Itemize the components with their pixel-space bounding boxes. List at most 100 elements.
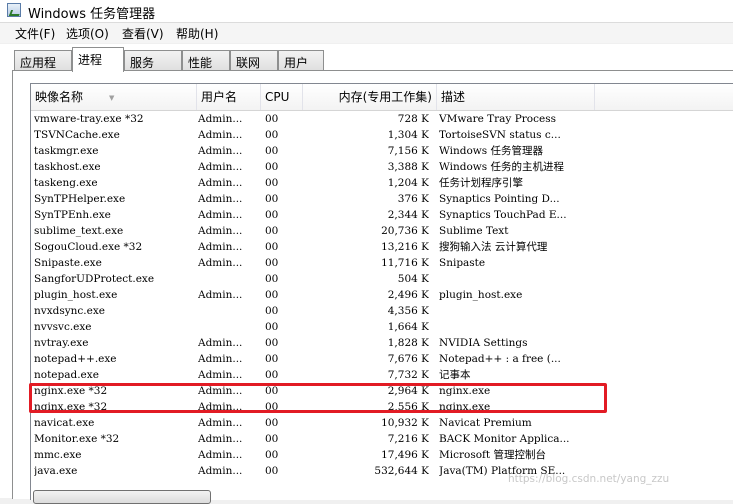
process-cpu: 00 (265, 225, 279, 237)
process-cpu: 00 (265, 321, 279, 333)
process-cpu: 00 (265, 177, 279, 189)
process-name: SynTPEnh.exe (34, 209, 111, 221)
process-row[interactable]: navicat.exe Admin... 00 10,932 K Navicat Pre… (31, 415, 733, 431)
process-desc: Windows 任务管理器 (439, 145, 543, 157)
process-name: SynTPHelper.exe (34, 193, 126, 205)
process-name: taskhost.exe (34, 161, 101, 173)
process-cpu: 00 (265, 273, 279, 285)
process-name: nvvsvc.exe (34, 321, 92, 333)
process-row[interactable]: taskeng.exe Admin... 00 1,204 K 任务计划程序引擎 (31, 175, 733, 191)
process-cpu: 00 (265, 417, 279, 429)
process-cpu: 00 (265, 353, 279, 365)
process-row[interactable]: taskmgr.exe Admin... 00 7,156 K Windows 任务管理… (31, 143, 733, 159)
process-cpu: 00 (265, 209, 279, 221)
column-user-name[interactable]: 用户名 (197, 84, 261, 110)
process-row[interactable]: nvxdsync.exe 00 4,356 K (31, 303, 733, 319)
process-user: Admin... (198, 417, 243, 429)
process-row[interactable]: SangforUDProtect.exe 00 504 K (31, 271, 733, 287)
tab-performance[interactable]: 性能 (182, 50, 230, 70)
process-row[interactable]: plugin_host.exe Admin... 00 2,496 K plugin_h… (31, 287, 733, 303)
process-cpu: 00 (265, 449, 279, 461)
process-row[interactable]: mmc.exe Admin... 00 17,496 K Microsoft 管理控制台 (31, 447, 733, 463)
show-all-processes-button[interactable] (33, 490, 211, 504)
process-mem: 7,156 K (387, 145, 429, 157)
process-cpu: 00 (265, 145, 279, 157)
process-user: Admin... (198, 161, 243, 173)
process-user: Admin... (198, 257, 243, 269)
menu-bar: 文件(F) 选项(O) 查看(V) 帮助(H) (0, 23, 733, 43)
process-name: sublime_text.exe (34, 225, 124, 237)
process-user: Admin... (198, 225, 243, 237)
process-name: mmc.exe (34, 449, 82, 461)
column-description[interactable]: 描述 (437, 84, 595, 110)
tab-processes[interactable]: 进程 (72, 47, 124, 72)
process-cpu: 00 (265, 241, 279, 253)
column-image-name-label: 映像名称 (35, 90, 84, 104)
process-row[interactable]: SynTPHelper.exe Admin... 00 376 K Synaptics … (31, 191, 733, 207)
process-user: Admin... (198, 369, 243, 381)
column-memory[interactable]: 内存(专用工作集) (303, 84, 437, 110)
process-desc: Snipaste (439, 257, 486, 269)
process-cpu: 00 (265, 161, 279, 173)
title-bar: Windows 任务管理器 (0, 0, 733, 23)
process-mem: 7,676 K (387, 353, 429, 365)
process-mem: 7,216 K (387, 433, 429, 445)
process-user: Admin... (198, 145, 243, 157)
watermark: https://blog.csdn.net/yang_zzu (508, 473, 670, 485)
process-row[interactable]: Snipaste.exe Admin... 00 11,716 K Snipaste (31, 255, 733, 271)
process-row[interactable]: nvtray.exe Admin... 00 1,828 K NVIDIA Settin… (31, 335, 733, 351)
process-desc: TortoiseSVN status c... (439, 129, 561, 141)
process-user: Admin... (198, 177, 243, 189)
process-name: plugin_host.exe (34, 289, 118, 301)
process-mem: 1,304 K (387, 129, 429, 141)
window-title: Windows 任务管理器 (28, 7, 156, 22)
process-row[interactable]: nvvsvc.exe 00 1,664 K (31, 319, 733, 335)
process-mem: 11,716 K (381, 257, 429, 269)
menu-options[interactable]: 选项(O) (66, 25, 109, 42)
process-row[interactable]: notepad++.exe Admin... 00 7,676 K Notepad++ … (31, 351, 733, 367)
process-cpu: 00 (265, 257, 279, 269)
process-mem: 3,388 K (387, 161, 429, 173)
process-cpu: 00 (265, 433, 279, 445)
process-mem: 1,204 K (387, 177, 429, 189)
process-row[interactable]: notepad.exe Admin... 00 7,732 K 记事本 (31, 367, 733, 383)
process-user: Admin... (198, 289, 243, 301)
process-row[interactable]: taskhost.exe Admin... 00 3,388 K Windows 任务的… (31, 159, 733, 175)
process-list[interactable]: ▼ 映像名称 用户名 CPU 内存(专用工作集) 描述 vmware-tray.… (30, 83, 733, 500)
menu-file[interactable]: 文件(F) (15, 25, 55, 42)
menu-help[interactable]: 帮助(H) (176, 25, 218, 42)
process-row[interactable]: SynTPEnh.exe Admin... 00 2,344 K Synaptics T… (31, 207, 733, 223)
process-user: Admin... (198, 113, 243, 125)
process-row[interactable]: SogouCloud.exe *32 Admin... 00 13,216 K 搜狗输入… (31, 239, 733, 255)
process-row[interactable]: vmware-tray.exe *32 Admin... 00 728 K VMware… (31, 111, 733, 127)
process-name: taskeng.exe (34, 177, 98, 189)
tab-users[interactable]: 用户 (278, 50, 324, 70)
column-image-name[interactable]: ▼ 映像名称 (31, 84, 197, 110)
tab-container: 应用程序 进程 服务 性能 联网 用户 ▼ 映像名称 用户名 CPU 内存(专用… (0, 44, 733, 500)
process-mem: 17,496 K (381, 449, 429, 461)
process-name: vmware-tray.exe *32 (34, 113, 144, 125)
process-desc: VMware Tray Process (439, 113, 556, 125)
process-desc: Sublime Text (439, 225, 509, 237)
column-cpu[interactable]: CPU (261, 84, 303, 110)
process-user: Admin... (198, 433, 243, 445)
process-mem: 4,356 K (387, 305, 429, 317)
process-cpu: 00 (265, 305, 279, 317)
process-row[interactable]: sublime_text.exe Admin... 00 20,736 K Sublim… (31, 223, 733, 239)
process-user: Admin... (198, 193, 243, 205)
process-name: java.exe (34, 465, 78, 477)
process-name: TSVNCache.exe (34, 129, 120, 141)
process-row[interactable]: Monitor.exe *32 Admin... 00 7,216 K BACK Mon… (31, 431, 733, 447)
process-mem: 376 K (397, 193, 429, 205)
process-cpu: 00 (265, 337, 279, 349)
menu-view[interactable]: 查看(V) (122, 25, 164, 42)
process-desc: Synaptics Pointing D... (439, 193, 560, 205)
process-desc: Navicat Premium (439, 417, 532, 429)
tab-services[interactable]: 服务 (124, 50, 182, 70)
process-name: notepad.exe (34, 369, 99, 381)
tab-applications[interactable]: 应用程序 (14, 50, 72, 87)
processes-panel: ▼ 映像名称 用户名 CPU 内存(专用工作集) 描述 vmware-tray.… (12, 70, 733, 500)
process-row[interactable]: TSVNCache.exe Admin... 00 1,304 K TortoiseSV… (31, 127, 733, 143)
tab-networking[interactable]: 联网 (230, 50, 278, 70)
process-user: Admin... (198, 449, 243, 461)
